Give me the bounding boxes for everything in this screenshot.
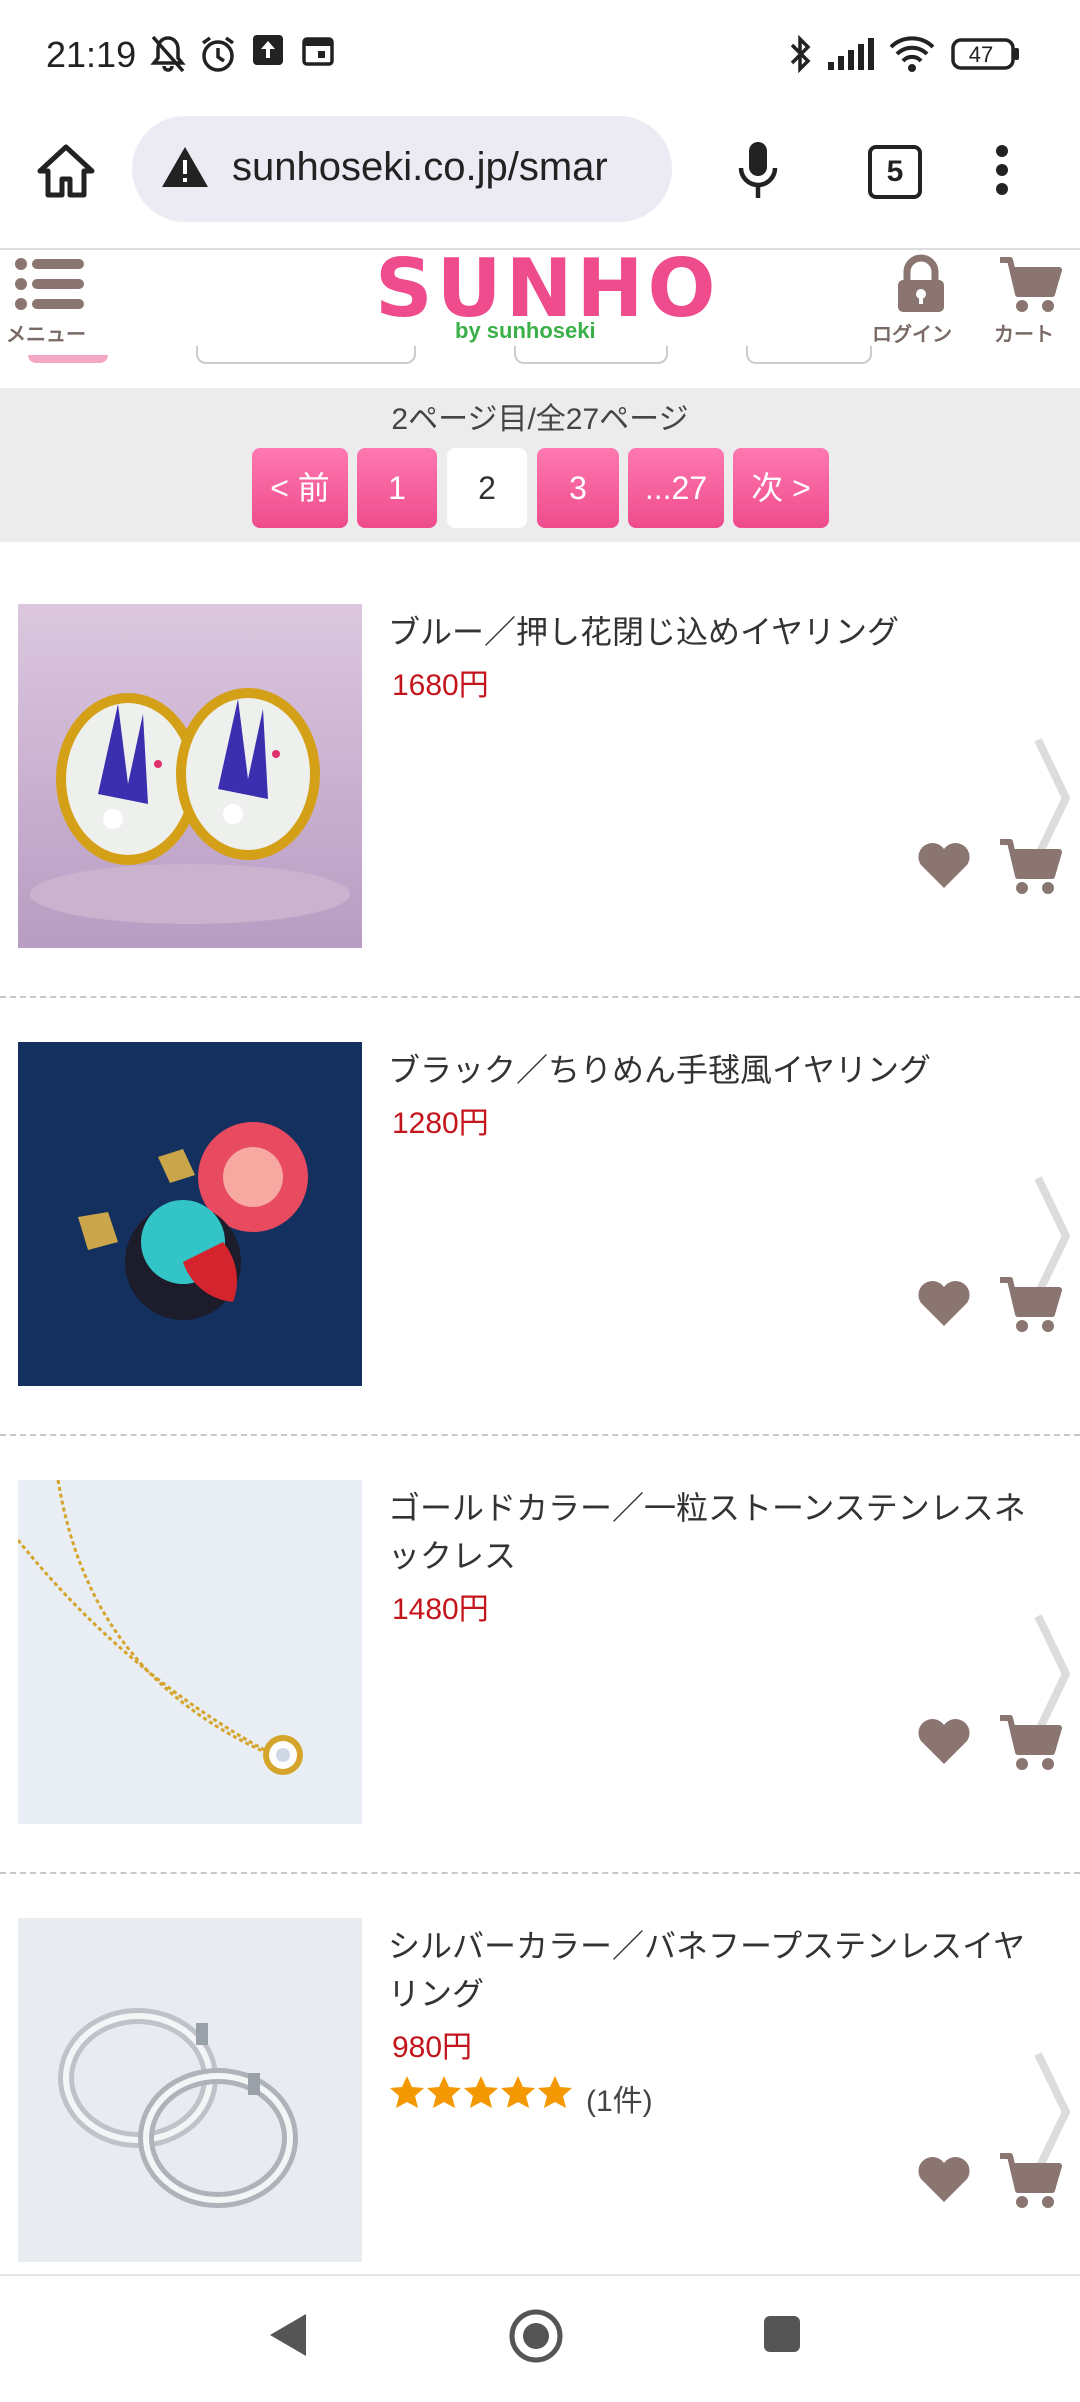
product-name[interactable]: シルバーカラー／バネフープステンレスイヤリング	[388, 1922, 1028, 2018]
product-image[interactable]	[18, 604, 362, 948]
calendar-icon	[302, 37, 334, 66]
page-button-1[interactable]: 1	[357, 448, 437, 528]
bell-off-icon	[150, 35, 186, 73]
url-text[interactable]: sunhoseki.co.jp/smar	[232, 145, 652, 190]
home-icon[interactable]	[36, 143, 96, 199]
site-logo-subtitle: by sunhoseki	[455, 318, 596, 343]
add-to-cart-icon[interactable]	[998, 2150, 1062, 2210]
product-name[interactable]: ブルー／押し花閉じ込めイヤリング	[388, 608, 1028, 656]
cart-icon[interactable]	[998, 254, 1062, 314]
menu-label[interactable]: メニュー	[6, 318, 86, 347]
tabs-icon[interactable]: 5	[868, 145, 922, 199]
category-tab-edge[interactable]	[196, 346, 416, 364]
product-image[interactable]	[18, 1042, 362, 1386]
product-name[interactable]: ゴールドカラー／一粒ストーンステンレスネックレス	[388, 1484, 1028, 1580]
product-item[interactable]: ブラック／ちりめん手毬風イヤリング 1280円	[0, 996, 1080, 1436]
login-label[interactable]: ログイン	[872, 318, 952, 347]
product-price: 980円	[392, 2031, 473, 2064]
product-image[interactable]	[18, 1480, 362, 1824]
prev-page-button[interactable]: < 前	[252, 448, 348, 528]
back-icon[interactable]	[266, 2310, 310, 2360]
page-button-2-current[interactable]: 2	[447, 448, 527, 528]
product-price: 1280円	[392, 1107, 489, 1140]
category-tab-edge[interactable]	[28, 355, 108, 363]
heart-icon[interactable]	[916, 840, 972, 890]
category-tab-edge[interactable]	[746, 346, 872, 364]
menu-icon[interactable]	[14, 256, 86, 312]
wifi-icon	[889, 36, 935, 72]
recents-icon[interactable]	[762, 2314, 802, 2354]
lock-icon[interactable]	[894, 254, 948, 314]
category-tab-edge[interactable]	[514, 346, 668, 364]
next-page-button[interactable]: 次 >	[733, 448, 829, 528]
heart-icon[interactable]	[916, 2154, 972, 2204]
add-to-cart-icon[interactable]	[998, 1274, 1062, 1334]
product-price: 1680円	[392, 669, 489, 702]
signal-icon	[828, 38, 874, 70]
warning-icon[interactable]	[160, 145, 210, 189]
upload-icon	[253, 35, 283, 65]
cart-label[interactable]: カート	[994, 318, 1054, 347]
alarm-icon	[201, 36, 235, 72]
product-name[interactable]: ブラック／ちりめん手毬風イヤリング	[388, 1046, 1028, 1094]
more-vert-icon[interactable]	[994, 145, 1010, 195]
battery-level: 47	[968, 42, 994, 67]
product-item[interactable]: ブルー／押し花閉じ込めイヤリング 1680円	[0, 558, 1080, 998]
product-item[interactable]: ゴールドカラー／一粒ストーンステンレスネックレス 1480円	[0, 1434, 1080, 1874]
product-price: 1480円	[392, 1593, 489, 1626]
page-button-3[interactable]: 3	[537, 448, 619, 528]
page-button-27[interactable]: ...27	[628, 448, 724, 528]
review-count[interactable]: (1件)	[586, 2076, 653, 2120]
star-rating-icon	[390, 2076, 572, 2108]
heart-icon[interactable]	[916, 1716, 972, 1766]
product-item[interactable]: シルバーカラー／バネフープステンレスイヤリング 980円 (1件)	[0, 1872, 1080, 2310]
mic-icon[interactable]	[736, 140, 780, 202]
product-image[interactable]	[18, 1918, 362, 2262]
rating-stars	[388, 2074, 578, 2114]
bluetooth-icon	[790, 34, 811, 74]
add-to-cart-icon[interactable]	[998, 1712, 1062, 1772]
status-time: 21:19	[46, 34, 137, 75]
home-circle-icon[interactable]	[508, 2308, 564, 2364]
heart-icon[interactable]	[916, 1278, 972, 1328]
page-info: 2ページ目/全27ページ	[391, 403, 689, 436]
add-to-cart-icon[interactable]	[998, 836, 1062, 896]
